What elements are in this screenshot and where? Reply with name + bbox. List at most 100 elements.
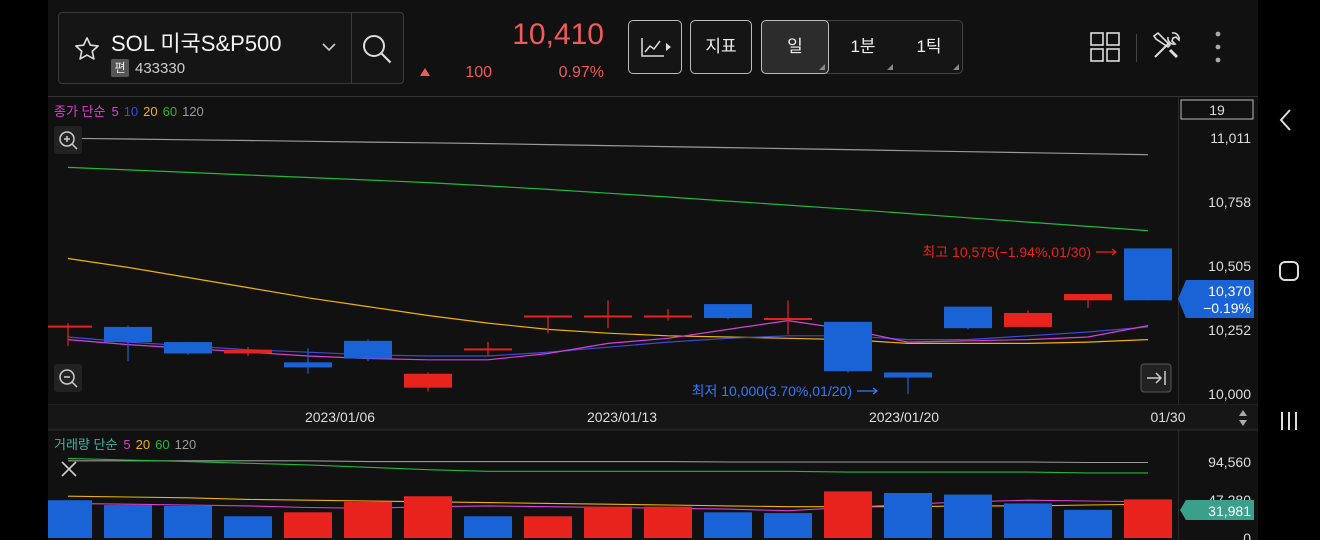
y-tick-label: 10,252 [1208,322,1251,338]
up-arrow-icon [420,68,430,76]
tools-icon[interactable] [1150,30,1182,62]
volume-bar [884,492,932,538]
legend-period-20: 20 [136,437,150,452]
volume-bar [48,500,92,538]
legend-period-10: 10 [124,104,138,119]
x-tick-label: 2023/01/06 [305,409,375,425]
y-tick-label: 10,505 [1208,258,1251,274]
volume-legend: 거래량 단순 5 20 60 120 [54,437,196,452]
y-tick-label: 10,758 [1208,194,1251,210]
volume-bar [584,506,632,538]
candle [944,306,992,330]
candle-body [284,362,332,368]
timeframe-1tick[interactable]: 1틱 [896,21,962,73]
zoom-in-button[interactable] [54,126,82,154]
scroll-to-latest-button[interactable] [1140,363,1172,393]
candle-body [1124,248,1172,301]
price-change-percent: 0.97% [558,64,604,81]
timeframe-label: 1틱 [916,37,942,56]
timeframe-label: 일 [787,37,803,56]
price-legend: 종가 단순 5 10 20 60 120 [54,104,204,119]
legend-period-120: 120 [182,104,204,119]
candle-body [704,304,752,319]
recent-apps-icon[interactable] [1278,410,1300,432]
volume-bar [344,501,392,538]
volume-bar [224,516,272,538]
candle-body [224,349,272,354]
low-annotation: 최저 10,000(3.70%,01/20) [692,383,852,399]
volume-bar [104,505,152,538]
volume-tick-label: 0 [1243,530,1251,540]
system-nav-bar [1258,0,1320,540]
volume-bar [164,505,212,538]
price-chart[interactable]: 종가 단순 5 10 20 60 120 19 11,011 10,758 10,505 10… [48,96,1258,540]
price-change: 100 [465,64,492,81]
candle [164,342,212,355]
volume-bar [524,516,572,538]
candle [704,304,752,320]
volume-bar [644,506,692,538]
visible-count: 19 [1209,102,1225,118]
high-annotation: 최고 10,575(−1.94%,01/30) [922,244,1091,260]
candle-body [464,348,512,351]
stock-selector[interactable]: SOL 미국S&P500 편 433330 [58,12,404,84]
timeframe-1min[interactable]: 1분 [830,21,896,73]
candle [344,339,392,362]
indicator-button[interactable]: 지표 [690,20,752,74]
zoom-out-button[interactable] [54,364,82,392]
back-icon[interactable] [1276,108,1296,132]
volume-bar [1004,503,1052,538]
star-icon[interactable] [73,35,101,63]
timeframe-selector: 일 1분 1틱 [761,20,963,74]
corner-mark [887,64,893,70]
search-button[interactable] [351,13,405,83]
candle-body [944,306,992,329]
volume-bar [284,512,332,538]
volume-bar [944,494,992,538]
left-margin [0,0,48,540]
current-price-tag: 10,370 −0.19% [1178,280,1254,318]
volume-bar [824,491,872,538]
candle-body [584,315,632,318]
layout-grid-icon[interactable] [1090,32,1120,62]
volume-bar [464,516,512,538]
legend-prefix: 거래량 단순 [54,437,117,452]
corner-mark [953,64,959,70]
more-vertical-icon[interactable] [1214,30,1222,64]
x-tick-label: 2023/01/13 [587,409,657,425]
y-tick-label: 10,000 [1208,386,1251,402]
candle-body [644,315,692,318]
volume-bar [1124,499,1172,538]
legend-prefix: 종가 단순 [54,104,105,119]
candle-body [48,325,92,328]
candle-body [1004,312,1052,327]
timeframe-day[interactable]: 일 [761,20,829,74]
candle-body [1064,293,1112,301]
legend-period-20: 20 [143,104,157,119]
legend-period-5: 5 [123,437,130,452]
chevron-down-icon[interactable] [321,41,337,53]
candle-body [104,326,152,343]
visible-count-box[interactable]: 19 [1180,99,1254,120]
candle [824,321,872,373]
legend-period-60: 60 [163,104,177,119]
volume-bar [704,512,752,538]
volume-bar [404,496,452,538]
volume-tick-label: 94,560 [1208,454,1251,470]
stock-name[interactable]: SOL 미국S&P500 [111,26,282,58]
volume-bar [764,513,812,538]
chart-line-icon [641,38,671,57]
candle-body [524,315,572,318]
home-icon[interactable] [1278,260,1300,282]
x-tick-label: 2023/01/20 [869,409,939,425]
candle-body [404,373,452,388]
legend-period-60: 60 [155,437,169,452]
tag-percent: −0.19% [1203,300,1251,316]
legend-period-120: 120 [175,437,197,452]
corner-mark [819,64,825,70]
current-price: 10,410 [512,18,604,51]
chart-app: SOL 미국S&P500 편 433330 10,410 100 0.97% 지… [48,0,1258,540]
fund-type-badge: 편 [111,59,129,77]
chart-type-button[interactable] [628,20,682,74]
candle [1124,248,1172,301]
